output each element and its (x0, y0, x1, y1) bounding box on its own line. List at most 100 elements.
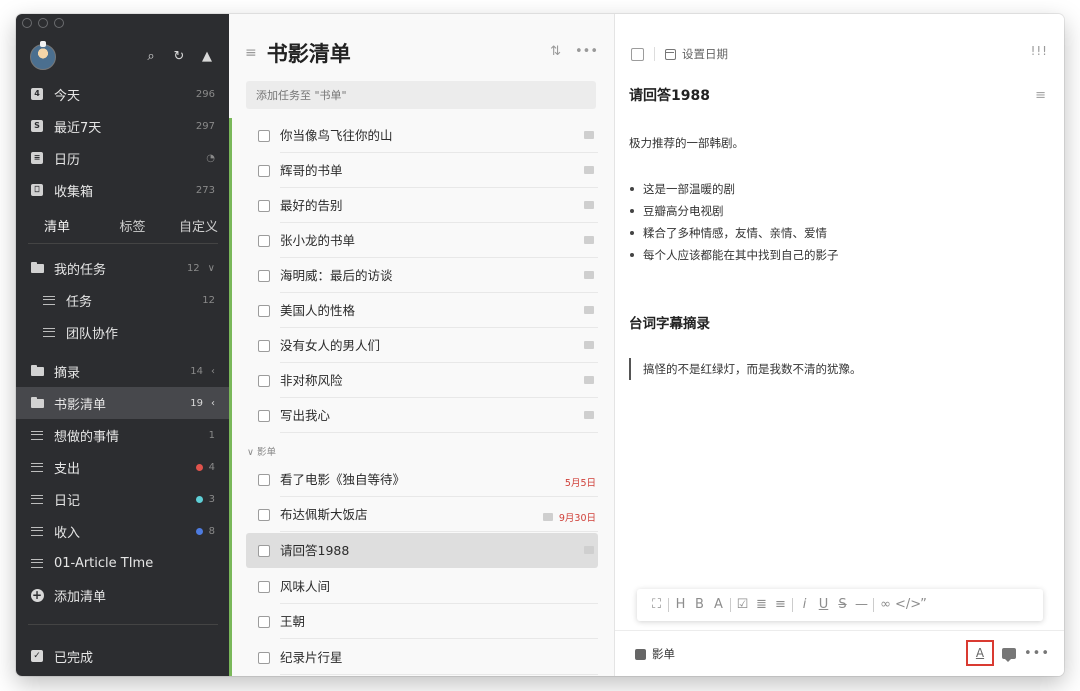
task-row[interactable]: 辉哥的书单 (246, 153, 598, 188)
horizontal-rule-icon[interactable]: — (852, 595, 871, 615)
sidebar-divider (28, 624, 218, 625)
sidebar-item-article-time[interactable]: 01-Article TIme (16, 547, 229, 579)
toolbar-divider (873, 598, 874, 612)
task-row[interactable]: 看了电影《独自等待》 5月5日 (246, 462, 598, 497)
sidebar-item-today[interactable]: 4 今天 296 (16, 78, 229, 110)
sidebar-item-inbox[interactable]: ⎕ 收集箱 273 (16, 174, 229, 206)
sort-icon[interactable]: ⇅ (550, 44, 561, 59)
strikethrough-icon[interactable]: S (833, 595, 852, 615)
task-row[interactable]: 王朝 (246, 604, 598, 639)
tab-tags[interactable]: 标签 (119, 216, 145, 244)
sidebar-item-excerpts[interactable]: 摘录 14 ‹ (16, 355, 229, 387)
close-window-button[interactable] (22, 18, 32, 28)
sidebar-item-count: 12 (186, 262, 200, 274)
sidebar-item-label: 收集箱 (54, 184, 94, 200)
minimize-window-button[interactable] (38, 18, 48, 28)
more-icon[interactable]: ••• (1024, 646, 1050, 661)
toolbar-divider (668, 598, 669, 612)
tab-lists[interactable]: 清单 (28, 216, 87, 244)
add-task-input[interactable] (246, 81, 596, 109)
task-row[interactable]: 纪录片行星 (246, 640, 598, 675)
task-checkbox[interactable] (258, 409, 270, 422)
description-mode-icon[interactable]: ≡ (1035, 88, 1046, 103)
zoom-window-button[interactable] (54, 18, 64, 28)
sidebar-item-income[interactable]: 收入 8 (16, 515, 229, 547)
sidebar-item-count: 8 (208, 525, 215, 537)
more-icon[interactable]: ••• (575, 44, 598, 59)
task-row[interactable]: 张小龙的书单 (246, 223, 598, 258)
sidebar-item-team[interactable]: 团队协作 (16, 316, 229, 348)
priority-button[interactable]: !!! (1031, 44, 1048, 58)
sidebar-item-next7days[interactable]: S 最近7天 297 (16, 110, 229, 142)
sidebar-item-my-tasks[interactable]: 我的任务 12 ∨ (16, 252, 229, 284)
task-checkbox[interactable] (631, 47, 644, 61)
task-title: 请回答1988 (280, 543, 350, 558)
task-checkbox[interactable] (258, 651, 270, 664)
add-list-button[interactable]: + 添加清单 (16, 579, 229, 611)
menu-icon[interactable]: ≡ (245, 45, 257, 61)
font-style-button[interactable]: A (965, 640, 994, 666)
avatar[interactable] (30, 41, 56, 70)
task-checkbox[interactable] (258, 374, 270, 387)
task-checkbox[interactable] (258, 615, 270, 628)
task-row[interactable]: 风味人间 (246, 569, 598, 604)
sidebar-item-tasks[interactable]: 任务 12 (16, 284, 229, 316)
bullet-list-icon[interactable]: ≣ (752, 595, 771, 615)
task-row[interactable]: 写出我心 (246, 398, 598, 433)
footer-divider (615, 630, 1064, 631)
expand-icon[interactable]: ⛶ (647, 595, 666, 615)
sidebar-item-wishlist[interactable]: 想做的事情 1 (16, 419, 229, 451)
task-checkbox[interactable] (258, 508, 270, 521)
sync-icon[interactable]: ↻ (172, 50, 186, 64)
task-row[interactable]: 没有女人的男人们 (246, 328, 598, 363)
task-checkbox[interactable] (258, 544, 270, 557)
task-checkbox[interactable] (258, 339, 270, 352)
task-checkbox[interactable] (258, 473, 270, 486)
task-row[interactable]: 非对称风险 (246, 363, 598, 398)
sidebar-item-label: 想做的事情 (54, 429, 120, 445)
sidebar-item-completed[interactable]: ✓ 已完成 (16, 640, 229, 672)
task-checkbox[interactable] (258, 580, 270, 593)
tab-custom[interactable]: 自定义 (179, 216, 218, 244)
numbered-list-icon[interactable]: ≡ (771, 595, 790, 615)
list-selector[interactable]: 影单 (635, 646, 675, 662)
task-checkbox[interactable] (258, 199, 270, 212)
sidebar-item-calendar[interactable]: ≡ 日历 ◔ (16, 142, 229, 174)
section-header-movies[interactable]: ∨ 影单 (247, 444, 276, 458)
task-checkbox[interactable] (258, 234, 270, 247)
checkbox-icon[interactable]: ☑ (733, 595, 752, 615)
note-icon (584, 271, 594, 279)
task-row[interactable]: 美国人的性格 (246, 293, 598, 328)
italic-icon[interactable]: i (795, 595, 814, 615)
sidebar-item-diary[interactable]: 日记 3 (16, 483, 229, 515)
chevron-left-icon[interactable]: ‹ (211, 398, 215, 409)
sidebar-item-book-movie-list[interactable]: 书影清单 19 ‹ (16, 387, 229, 419)
sidebar-item-label: 最近7天 (54, 120, 102, 136)
chevron-down-icon[interactable]: ∨ (208, 263, 215, 274)
search-icon[interactable]: ⌕ (144, 50, 158, 64)
link-icon[interactable]: ∞ (876, 595, 895, 615)
heading-icon[interactable]: H (671, 595, 690, 615)
task-detail-title[interactable]: 请回答1988 (629, 85, 710, 105)
bold-icon[interactable]: B (690, 595, 709, 615)
task-checkbox[interactable] (258, 304, 270, 317)
task-checkbox[interactable] (258, 164, 270, 177)
code-icon[interactable]: </> (895, 595, 921, 615)
calendar-day-icon: 4 (30, 87, 44, 101)
task-row-selected[interactable]: 请回答1988 (246, 533, 598, 568)
task-checkbox[interactable] (258, 129, 270, 142)
set-date-button[interactable]: 设置日期 (682, 46, 728, 62)
task-description[interactable]: 极力推荐的一部韩剧。 (629, 135, 744, 151)
bell-icon[interactable]: ▲ (200, 50, 214, 64)
underline-icon[interactable]: U (814, 595, 833, 615)
task-checkbox[interactable] (258, 269, 270, 282)
sidebar-item-expenses[interactable]: 支出 4 (16, 451, 229, 483)
highlight-icon[interactable]: A (709, 595, 728, 615)
task-row[interactable]: 你当像鸟飞往你的山 (246, 118, 598, 153)
quote-icon[interactable]: ” (914, 595, 933, 615)
chevron-left-icon[interactable]: ‹ (211, 366, 215, 377)
task-row[interactable]: 布达佩斯大饭店 9月30日 (246, 497, 598, 532)
task-row[interactable]: 最好的告别 (246, 188, 598, 223)
task-row[interactable]: 海明威：最后的访谈 (246, 258, 598, 293)
comment-icon[interactable] (1001, 647, 1016, 662)
